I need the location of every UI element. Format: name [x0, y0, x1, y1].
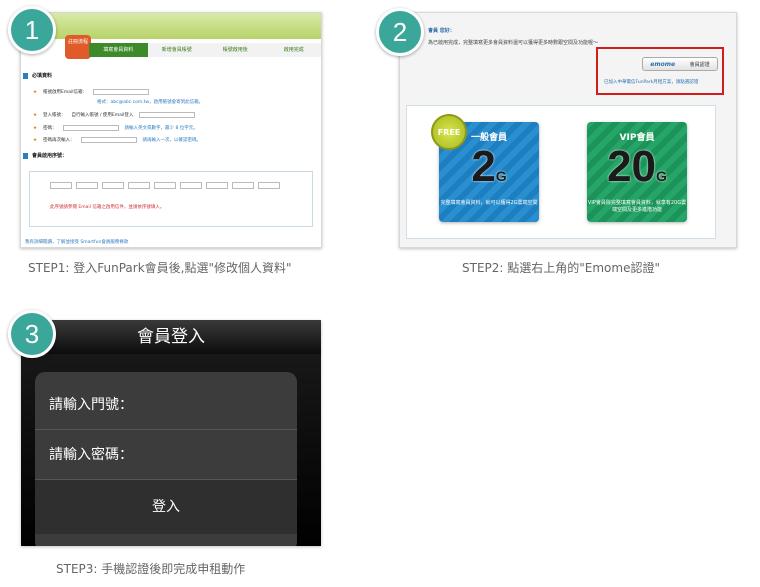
step-3-number: 3 [24, 318, 40, 349]
member-greeting: 會員 您好： [428, 28, 455, 34]
registration-steps-nav: 填寫會員資料 新增會員帳號 帳號啟用後 啟用完成 [89, 43, 321, 57]
password-hint: 請輸入英文或數字，最少 8 位字元。 [124, 126, 198, 131]
step-1-caption: STEP1: 登入FunPark會員後,點選"修改個人資料" [28, 261, 292, 275]
pin-input[interactable] [76, 182, 98, 189]
plan-capacity-unit: G [656, 168, 667, 184]
emome-highlight-box: emome 會員認證 已加入中華電信FunPark月租方案，請點選認證 [596, 47, 724, 95]
pin-section-title: 會員啟用序號： [23, 153, 319, 159]
plan-description: 完整填寫會員資料，就可以獲得2G雲端空間 [440, 200, 538, 206]
pin-inputs [50, 182, 280, 189]
password-field[interactable]: 請輸入密碼： [35, 430, 297, 480]
plan-capacity-number: 2 [471, 142, 496, 191]
step-2-screenshot: 會員 您好： 為已啟用完成，完整填寫更多會員資料還可以獲得更多時數跟空間及功能喔… [399, 12, 737, 248]
terms-agreement[interactable]: 我有詳細閱讀，了解並接受 Smartfun會員服務條款 [25, 239, 128, 245]
pin-input[interactable] [232, 182, 254, 189]
tutorial-page: 1 註冊流程 填寫會員資料 新增會員帳號 帳號啟用後 啟用完成 必填資料 ★ 帳… [0, 0, 760, 587]
password-field[interactable] [62, 125, 119, 131]
step-2-caption: STEP2: 點選右上角的"Emome認證" [462, 261, 660, 275]
step-3-caption: STEP3: 手機認證後即完成申租動作 [56, 562, 246, 576]
pin-input[interactable] [206, 182, 228, 189]
pin-note: 此序號請參閱 Email 信箱之啟用信件，並請依序號填入。 [50, 205, 165, 210]
phone-number-field[interactable]: 請輸入門號： [35, 380, 297, 430]
password-confirm-field[interactable] [80, 137, 137, 143]
account-label: 登入帳號： [43, 113, 66, 118]
email-hint: 格式：abc@abc.com.tw，啟用帳號會寄到此信箱。 [97, 100, 204, 105]
plan-card-standard[interactable]: FREE 一般會員 2G 完整填寫會員資料，就可以獲得2G雲端空間 [431, 114, 539, 222]
nav-step-complete: 啟用完成 [283, 47, 304, 53]
plan-capacity-unit: G [495, 168, 507, 184]
step-1-badge: 1 [8, 6, 56, 54]
nav-step-new-account: 新增會員帳號 [161, 47, 192, 53]
required-star-icon: ★ [33, 112, 38, 118]
login-button[interactable]: 登入 [35, 480, 297, 534]
mascot-badge: 註冊流程 [65, 35, 91, 59]
plan-panel: FREE 一般會員 2G 完整填寫會員資料，就可以獲得2G雲端空間 VIP會員 … [406, 105, 716, 239]
pin-input[interactable] [102, 182, 124, 189]
step-3-screenshot: 會員登入 請輸入門號： 請輸入密碼： 登入 [21, 320, 321, 546]
plan-capacity: 20G [607, 143, 667, 200]
step-2-number: 2 [392, 16, 408, 47]
emome-logo: emome [650, 60, 676, 68]
plan-card-vip[interactable]: VIP會員 20G VIP會員除完整填寫會員資料，就享有20G雲端空間及更多進階… [587, 122, 687, 222]
plan-capacity-number: 20 [607, 142, 657, 191]
login-form: 請輸入門號： 請輸入密碼： 登入 [35, 372, 297, 546]
email-field[interactable] [93, 89, 150, 95]
phone-title-bar: 會員登入 [21, 320, 321, 354]
step-2-badge: 2 [376, 8, 424, 56]
password-confirm-hint: 請再輸入一次，以確認密碼。 [142, 138, 202, 143]
required-star-icon: ★ [33, 89, 38, 95]
step-1-number: 1 [24, 14, 40, 45]
form-row-email: ★ 帳號啟用Email信箱： [33, 89, 150, 95]
member-subtext: 為已啟用完成，完整填寫更多會員資料還可以獲得更多時數跟空間及功能喔～ [428, 40, 599, 46]
emome-verify-label: 會員認證 [689, 61, 710, 68]
nav-step-after-activation: 帳號啟用後 [222, 47, 248, 53]
step-1-screenshot: 註冊流程 填寫會員資料 新增會員帳號 帳號啟用後 啟用完成 必填資料 ★ 帳號啟… [20, 12, 322, 248]
email-label: 帳號啟用Email信箱： [43, 90, 88, 95]
required-section-title: 必填資料 [23, 73, 319, 79]
form-row-account: ★ 登入帳號： 自行輸入帳號 / 使用Email登入 [33, 112, 196, 118]
nav-step-fill-data: 填寫會員資料 [89, 43, 148, 57]
emome-note: 已加入中華電信FunPark月租方案，請點選認證 [604, 80, 699, 85]
account-hint: 自行輸入帳號 / 使用Email登入 [71, 113, 134, 118]
plan-capacity: 2G [471, 143, 506, 200]
account-field[interactable] [139, 112, 196, 118]
pin-box: 此序號請參閱 Email 信箱之啟用信件，並請依序號填入。 [29, 171, 313, 227]
required-star-icon: ★ [33, 137, 38, 143]
pin-input[interactable] [50, 182, 72, 189]
required-star-icon: ★ [33, 125, 38, 131]
step-3-badge: 3 [8, 310, 56, 358]
form-row-password-confirm: ★ 密碼再次輸入： 請再輸入一次，以確認密碼。 [33, 137, 201, 143]
pin-input[interactable] [258, 182, 280, 189]
pin-input[interactable] [180, 182, 202, 189]
free-badge: FREE [431, 114, 467, 150]
form-row-password: ★ 密碼： 請輸入英文或數字，最少 8 位字元。 [33, 125, 198, 131]
password-label: 密碼： [43, 126, 57, 131]
plan-description: VIP會員除完整填寫會員資料，就享有20G雲端空間及更多進階功能 [587, 200, 687, 213]
password-confirm-label: 密碼再次輸入： [43, 138, 75, 143]
emome-verify-button[interactable]: emome 會員認證 [642, 57, 718, 71]
pin-input[interactable] [128, 182, 150, 189]
pin-input[interactable] [154, 182, 176, 189]
